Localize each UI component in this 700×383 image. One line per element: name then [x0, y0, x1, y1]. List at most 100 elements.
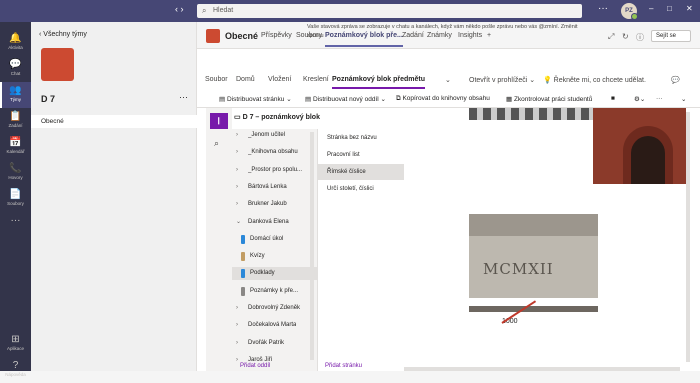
canvas-vscroll[interactable] — [686, 112, 690, 362]
more-tools-icon[interactable]: ··· — [656, 95, 663, 102]
rail-label: Soubory — [7, 201, 24, 206]
rail-label: Zadání — [8, 123, 23, 128]
back-label: Všechny týmy — [43, 31, 87, 38]
ribbon-tab-class-notebook[interactable]: Poznámkový blok předmětu — [332, 76, 425, 89]
notebook-icon[interactable]: ■ — [611, 95, 615, 102]
roman-numeral-image: MCMXII — [469, 214, 598, 298]
page-item[interactable]: Stránka bez názvu — [318, 130, 404, 146]
rail-label: Kalendář — [6, 149, 25, 154]
back-arrow-icon[interactable]: ‹ › — [175, 4, 184, 14]
maximize-icon[interactable]: □ — [667, 4, 672, 13]
chevron-right-icon[interactable]: › — [236, 198, 238, 211]
notebooks-icon[interactable]: 𝄃 — [210, 113, 228, 129]
page-item[interactable]: Určí století, číslici — [318, 181, 404, 197]
section-group[interactable]: › _Prostor pro spolu... — [232, 164, 317, 177]
review-work-button[interactable]: ▦ Zkontrolovat práci studentů — [506, 95, 592, 103]
tab-files[interactable]: Soubory — [296, 32, 322, 39]
section-label: Podklady — [250, 270, 275, 277]
section-item[interactable]: Domácí úkol — [232, 233, 317, 246]
chevron-right-icon[interactable]: › — [236, 319, 238, 332]
chevron-right-icon[interactable]: › — [236, 354, 238, 367]
section-group[interactable]: › _Jenom učitel — [232, 129, 317, 142]
refresh-icon[interactable]: ↻ — [622, 32, 629, 41]
section-group[interactable]: › Dvořák Patrik — [232, 337, 317, 350]
page-item[interactable]: Římské číslice — [318, 164, 404, 180]
ribbon-tab-file[interactable]: Soubor — [205, 76, 228, 83]
section-label: Danková Elena — [248, 218, 289, 225]
search-icon[interactable]: ⌕ — [214, 138, 219, 149]
ribbon-tab-insert[interactable]: Vložení — [268, 76, 291, 83]
ribbon-tab-draw[interactable]: Kreslení — [303, 76, 329, 83]
tab-posts[interactable]: Příspěvky — [261, 32, 292, 39]
comment-icon[interactable]: 💬 — [671, 76, 680, 84]
expand-icon[interactable]: ⤢ — [608, 32, 614, 42]
minimize-icon[interactable]: – — [649, 4, 653, 13]
more-apps-icon[interactable]: ··· — [0, 212, 31, 238]
channel-title: Obecné — [225, 31, 259, 41]
canvas-hscroll[interactable] — [404, 367, 680, 371]
section-label: Domácí úkol — [250, 235, 284, 242]
open-in-browser-button[interactable]: Otevřít v prohlížeči ⌄ — [469, 76, 535, 84]
team-name: D 7 — [41, 94, 56, 104]
section-group[interactable]: › Dobrovolný Zdeněk — [232, 302, 317, 315]
section-item[interactable]: Podklady — [232, 267, 317, 281]
page-canvas[interactable]: MCMXII 1000 — [404, 108, 700, 371]
chevron-right-icon[interactable]: › — [236, 181, 238, 194]
more-options-icon[interactable]: ··· — [598, 3, 608, 14]
rail-item-teams[interactable]: 👥 Týmy — [0, 82, 31, 108]
copy-to-library-button[interactable]: ⧉ Kopírovat do knihovny obsahu — [396, 95, 490, 103]
page-item[interactable]: Pracovní list — [318, 147, 404, 163]
channel-item-general[interactable]: Obecné — [31, 115, 197, 128]
add-page-button[interactable]: Přidat stránku — [325, 363, 362, 369]
tab-grades[interactable]: Známky — [427, 32, 452, 39]
help-icon: ? — [12, 360, 19, 371]
section-label: Bártová Lenka — [248, 183, 287, 190]
tab-class-notebook[interactable]: Poznámkový blok pře... — [325, 32, 403, 47]
chevron-right-icon[interactable]: › — [236, 337, 238, 350]
chevron-down-icon[interactable]: ⌄ — [236, 216, 241, 229]
ribbon-tabs: Soubor Domů Vložení Kreslení Poznámkový … — [197, 69, 700, 90]
tab-assignments[interactable]: Zadání — [402, 32, 424, 39]
close-icon[interactable]: ✕ — [686, 4, 693, 13]
ribbon-tab-home[interactable]: Domů — [236, 76, 255, 83]
chevron-right-icon[interactable]: › — [236, 302, 238, 315]
distribute-section-button[interactable]: ▤ Distribuovat nový oddíl ⌄ — [305, 95, 386, 103]
rail-item-bell[interactable]: 🔔 Aktivita — [0, 30, 31, 56]
settings-icon[interactable]: ⚙⌄ — [634, 95, 645, 103]
chat-icon: 💬 — [9, 59, 22, 70]
tell-me-input[interactable]: 💡 Řekněte mi, co chcete udělat. — [543, 76, 646, 84]
ribbon-more-icon[interactable]: ⌄ — [445, 76, 451, 84]
add-tab-icon[interactable]: + — [487, 32, 491, 39]
chevron-right-icon[interactable]: › — [236, 146, 238, 159]
rail-item-phone[interactable]: 📞 Hovory — [0, 160, 31, 186]
section-group[interactable]: › Dočekalová Marta — [232, 319, 317, 332]
team-more-icon[interactable]: ··· — [179, 92, 188, 102]
chevron-right-icon[interactable]: › — [236, 164, 238, 177]
notebook-title[interactable]: ▭ D 7 – poznámkový blok — [234, 113, 320, 121]
tab-insights[interactable]: Insights — [458, 32, 482, 39]
meet-button[interactable]: Sejít se — [651, 30, 691, 42]
rail-item-help[interactable]: ? Nápověda — [0, 357, 31, 383]
section-group[interactable]: ⌄ Danková Elena — [232, 216, 317, 229]
info-icon[interactable]: ⓘ — [636, 32, 644, 43]
all-teams-link[interactable]: ‹ Všechny týmy — [39, 31, 87, 38]
chevron-right-icon[interactable]: › — [236, 129, 238, 142]
distribute-page-button[interactable]: ▤ Distribuovat stránku ⌄ — [219, 95, 292, 103]
section-scrollbar[interactable] — [310, 132, 314, 360]
rail-item-files[interactable]: 📄 Soubory — [0, 186, 31, 212]
section-group[interactable]: › Bártová Lenka — [232, 181, 317, 194]
search-input[interactable]: ⌕ Hledat — [197, 4, 582, 18]
app-rail: 🔔 Aktivita 💬 Chat 👥 Týmy 📋 Zadání 📅 Kalendář 📞 Hovo… — [0, 22, 31, 377]
avatar[interactable]: PZ — [621, 3, 638, 20]
rail-item-calendar[interactable]: 📅 Kalendář — [0, 134, 31, 160]
rail-item-assignments[interactable]: 📋 Zadání — [0, 108, 31, 134]
section-group[interactable]: › Brukner Jakub — [232, 198, 317, 211]
section-group[interactable]: › _Knihovna obsahu — [232, 146, 317, 159]
search-icon: ⌕ — [202, 6, 207, 15]
add-section-button[interactable]: Přidat oddíl — [240, 363, 270, 369]
rail-item-apps[interactable]: ⊞ Aplikace — [0, 331, 31, 357]
rail-item-chat[interactable]: 💬 Chat — [0, 56, 31, 82]
collapse-ribbon-icon[interactable]: ⌄ — [681, 95, 686, 103]
section-item[interactable]: Poznámky k pře... — [232, 285, 317, 298]
section-item[interactable]: Kvízy — [232, 250, 317, 263]
